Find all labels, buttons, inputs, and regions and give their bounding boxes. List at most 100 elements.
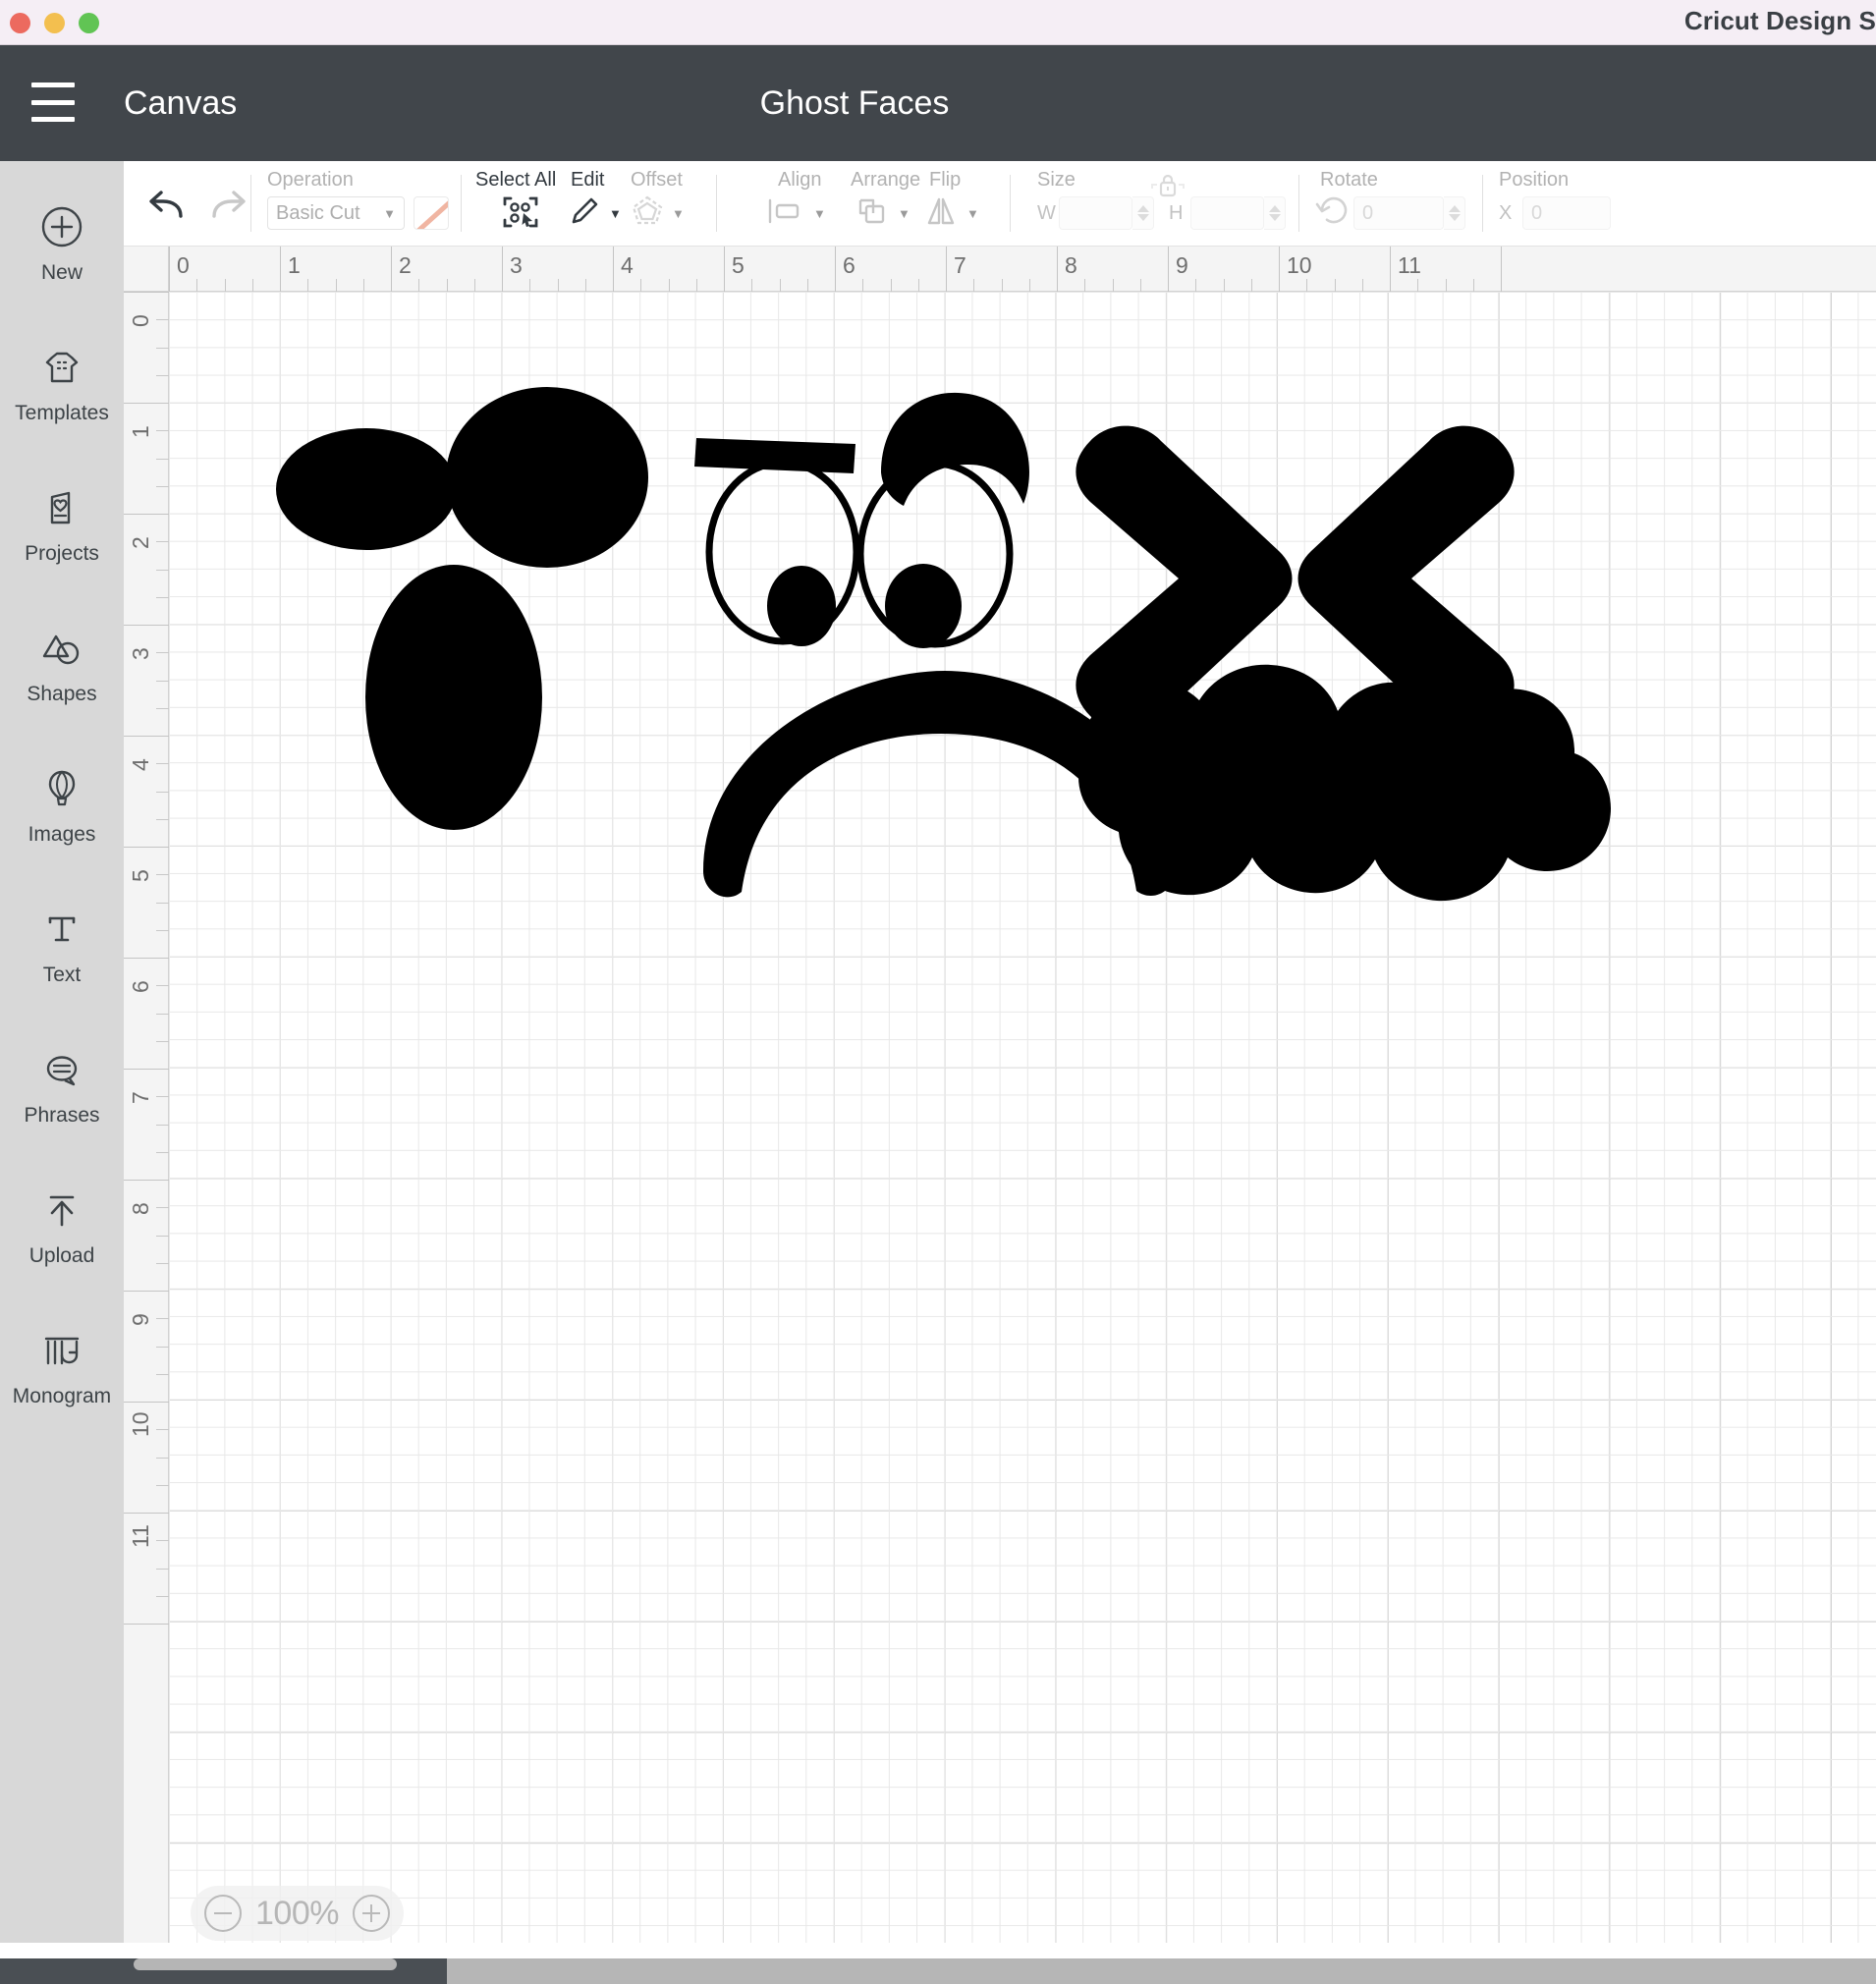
sidebar-item-text[interactable]: Text [0, 875, 124, 1016]
ruler-h-tick: 8 [1065, 252, 1077, 278]
zoom-value: 100% [255, 1894, 339, 1932]
width-letter: W [1037, 202, 1056, 224]
toolbar-divider [461, 175, 462, 232]
sidebar-item-phrases[interactable]: Phrases [0, 1016, 124, 1156]
align-button[interactable]: ▼ [762, 193, 826, 235]
toolbar: Operation Basic Cut ▼ Select All Edit ▼ … [124, 161, 1876, 247]
project-title: Ghost Faces [759, 84, 950, 122]
ruler-v-tick: 4 [128, 758, 153, 771]
sidebar-label-new: New [40, 261, 83, 284]
ruler-h-tick: 3 [510, 252, 523, 278]
canvas-area[interactable]: 0 1 2 3 4 5 6 7 8 9 10 11 0 1 2 3 4 5 6 … [124, 247, 1876, 1943]
ruler-v-tick: 8 [128, 1202, 153, 1215]
sidebar-label-templates: Templates [15, 402, 109, 424]
flip-icon [921, 193, 961, 235]
operation-color-swatch[interactable] [414, 196, 449, 230]
width-input[interactable] [1059, 196, 1132, 230]
rotate-icon[interactable] [1314, 191, 1353, 235]
chevron-down-icon: ▼ [609, 206, 622, 221]
swatch-stripe [416, 198, 448, 229]
select-all-label: Select All [475, 169, 557, 191]
sidebar-item-shapes[interactable]: Shapes [0, 594, 124, 735]
ruler-v-tick: 10 [128, 1411, 153, 1437]
bottom-strip-gray [447, 1958, 1876, 1984]
left-sidebar: New Templates Projects Shapes Images Tex… [0, 161, 124, 1984]
sidebar-item-upload[interactable]: Upload [0, 1156, 124, 1296]
height-stepper[interactable] [1264, 196, 1286, 230]
tshirt-icon [39, 342, 84, 393]
height-letter: H [1169, 202, 1184, 224]
toolbar-divider [1482, 175, 1483, 232]
ruler-v-tick: 9 [128, 1313, 153, 1326]
speech-bubble-icon [39, 1044, 84, 1095]
arrange-button[interactable]: ▼ [853, 193, 910, 235]
ruler-v-tick: 6 [128, 980, 153, 993]
edit-button[interactable]: ▼ [566, 193, 622, 235]
select-all-icon[interactable] [499, 193, 542, 239]
align-label: Align [778, 169, 822, 191]
offset-label: Offset [631, 169, 683, 191]
ruler-v-tick: 0 [128, 314, 153, 327]
sidebar-label-monogram: Monogram [12, 1385, 112, 1407]
width-stepper[interactable] [1132, 196, 1154, 230]
plus-circle-icon[interactable] [352, 1895, 390, 1932]
position-x-input[interactable]: 0 [1522, 196, 1611, 230]
ruler-v-tick: 1 [128, 425, 153, 438]
operation-select[interactable]: Basic Cut ▼ [267, 196, 405, 230]
redo-arrow-icon[interactable] [200, 185, 255, 231]
rotate-label: Rotate [1320, 169, 1378, 191]
sidebar-item-templates[interactable]: Templates [0, 313, 124, 454]
sidebar-item-new[interactable]: New [0, 173, 124, 313]
ruler-h-tick: 5 [732, 252, 745, 278]
shapes-icon [39, 623, 84, 674]
minimize-button[interactable] [44, 13, 65, 33]
ruler-v-tick: 5 [128, 869, 153, 882]
chevron-down-icon: ▼ [966, 206, 979, 221]
ruler-h-tick: 6 [843, 252, 855, 278]
app-name: Cricut Design S [1683, 6, 1876, 35]
sidebar-item-images[interactable]: Images [0, 735, 124, 875]
monogram-mg-icon [39, 1325, 84, 1376]
operation-value: Basic Cut [276, 201, 360, 224]
ruler-h-tick: 9 [1176, 252, 1188, 278]
height-input[interactable] [1190, 196, 1264, 230]
ruler-h-tick: 4 [621, 252, 634, 278]
close-button[interactable] [10, 13, 30, 33]
rotate-input[interactable]: 0 [1353, 196, 1444, 230]
maximize-button[interactable] [79, 13, 99, 33]
ruler-v-tick: 3 [128, 647, 153, 660]
horizontal-scrollbar[interactable] [134, 1958, 397, 1970]
chevron-down-icon: ▼ [898, 206, 910, 221]
sidebar-item-monogram[interactable]: Monogram [0, 1296, 124, 1437]
canvas-grid [169, 292, 1876, 1943]
arrange-layers-icon [853, 193, 892, 235]
minus-circle-icon[interactable] [204, 1895, 242, 1932]
traffic-lights [10, 13, 99, 33]
flip-label: Flip [929, 169, 962, 191]
sidebar-label-projects: Projects [25, 542, 99, 565]
size-label: Size [1037, 169, 1076, 191]
ruler-v-tick: 11 [128, 1524, 153, 1548]
text-t-icon [39, 904, 84, 955]
sidebar-item-projects[interactable]: Projects [0, 454, 124, 594]
zoom-control: 100% [191, 1886, 404, 1941]
undo-arrow-icon[interactable] [139, 185, 194, 231]
offset-button[interactable]: ▼ [629, 193, 685, 235]
align-icon [762, 193, 807, 235]
plus-circle-icon [39, 201, 84, 252]
window-titlebar: Cricut Design S [0, 0, 1876, 45]
pencil-icon [566, 193, 603, 235]
ruler-h-tick: 10 [1287, 252, 1312, 278]
ruler-v-tick: 7 [128, 1091, 153, 1104]
toolbar-divider [716, 175, 717, 232]
rotate-stepper[interactable] [1444, 196, 1465, 230]
sidebar-label-text: Text [42, 964, 82, 986]
toolbar-divider [250, 175, 251, 232]
flip-button[interactable]: ▼ [921, 193, 979, 235]
arrange-label: Arrange [851, 169, 921, 191]
lock-icon[interactable] [1148, 171, 1187, 205]
ruler-h-tick: 11 [1398, 252, 1421, 278]
chevron-down-icon: ▼ [383, 205, 396, 221]
sidebar-label-upload: Upload [28, 1244, 95, 1267]
toolbar-divider [1298, 175, 1299, 232]
